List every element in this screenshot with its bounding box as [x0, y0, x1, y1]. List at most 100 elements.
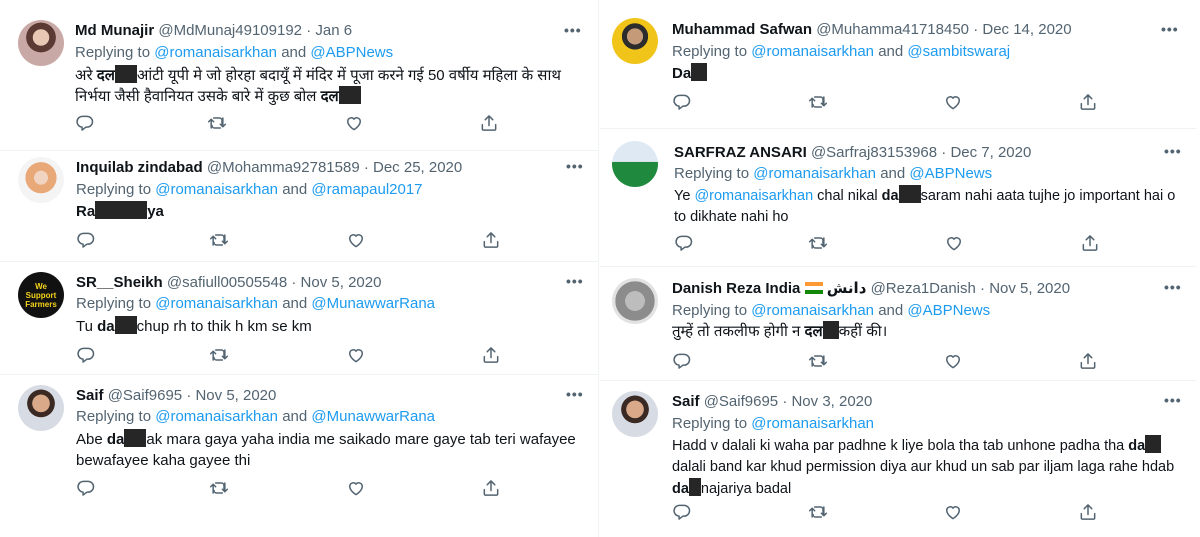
tweet-date[interactable]: · Nov 5, 2020: [186, 387, 276, 404]
tweet[interactable]: Saif @Saif9695 · Nov 3, 2020 ••• Replyin…: [600, 380, 1196, 537]
more-icon[interactable]: •••: [566, 273, 584, 289]
reply-icon[interactable]: [672, 502, 692, 522]
display-name[interactable]: Inquilab zindabad: [76, 159, 203, 176]
mention-link[interactable]: @MunawwarRana: [311, 295, 435, 312]
user-handle[interactable]: @MdMunaj49109192: [158, 22, 302, 39]
share-icon[interactable]: [1078, 502, 1098, 522]
mention-link[interactable]: @romanaisarkhan: [694, 188, 813, 204]
like-icon[interactable]: [944, 233, 964, 253]
display-name[interactable]: SARFRAZ ANSARI: [674, 144, 807, 161]
more-icon[interactable]: •••: [1164, 143, 1182, 159]
tweet[interactable]: SARFRAZ ANSARI @Sarfraj83153968 · Dec 7,…: [600, 128, 1196, 267]
share-icon[interactable]: [1078, 92, 1098, 112]
like-icon[interactable]: [943, 92, 963, 112]
avatar[interactable]: [18, 157, 64, 203]
tweet-date[interactable]: · Nov 5, 2020: [980, 280, 1070, 297]
mention-link[interactable]: @ABPNews: [909, 165, 992, 182]
tweet-text: Ye @romanaisarkhan chal nikal da saram na…: [674, 185, 1184, 228]
share-icon[interactable]: [1080, 233, 1100, 253]
mention-link[interactable]: @romanaisarkhan: [154, 44, 277, 61]
mention-link[interactable]: @ramapaul2017: [311, 181, 422, 198]
more-icon[interactable]: •••: [1164, 392, 1182, 408]
mention-link[interactable]: @romanaisarkhan: [751, 43, 874, 60]
retweet-icon[interactable]: [209, 345, 229, 365]
display-name[interactable]: Md Munajir: [75, 22, 154, 39]
mention-link[interactable]: @romanaisarkhan: [753, 165, 876, 182]
user-handle[interactable]: @Mohamma92781589: [207, 159, 360, 176]
retweet-icon[interactable]: [808, 351, 828, 371]
more-icon[interactable]: •••: [566, 386, 584, 402]
display-name[interactable]: Danish Reza India: [672, 280, 800, 297]
avatar[interactable]: [18, 385, 64, 431]
retweet-icon[interactable]: [209, 230, 229, 250]
tweet-actions: [672, 92, 1102, 112]
avatar[interactable]: [612, 141, 658, 187]
like-icon[interactable]: [943, 351, 963, 371]
more-icon[interactable]: •••: [1161, 21, 1179, 37]
avatar[interactable]: [612, 391, 658, 437]
user-handle[interactable]: @Saif9695: [704, 393, 778, 410]
mention-link[interactable]: @ABPNews: [907, 302, 990, 319]
reply-icon[interactable]: [672, 92, 692, 112]
user-handle[interactable]: @safiull00505548: [167, 274, 287, 291]
mention-link[interactable]: @romanaisarkhan: [155, 181, 278, 198]
reply-icon[interactable]: [76, 230, 96, 250]
tweet[interactable]: Inquilab zindabad @Mohamma92781589 · Dec…: [0, 150, 598, 262]
tweet[interactable]: Md Munajir @MdMunaj49109192 · Jan 6 ••• …: [0, 0, 598, 151]
display-name-suffix[interactable]: دانش: [827, 280, 867, 297]
redaction-block: [688, 478, 701, 496]
reply-icon[interactable]: [75, 113, 95, 133]
mention-link[interactable]: @romanaisarkhan: [751, 302, 874, 319]
like-icon[interactable]: [344, 113, 364, 133]
reply-icon[interactable]: [76, 478, 96, 498]
tweet[interactable]: We Support Farmers SR__Sheikh @safiull00…: [0, 261, 598, 375]
retweet-icon[interactable]: [808, 92, 828, 112]
share-icon[interactable]: [481, 478, 501, 498]
display-name[interactable]: Muhammad Safwan: [672, 21, 812, 38]
tweet-date[interactable]: · Dec 14, 2020: [973, 21, 1071, 38]
retweet-icon[interactable]: [209, 478, 229, 498]
mention-link[interactable]: @sambitswaraj: [907, 43, 1010, 60]
mention-link[interactable]: @romanaisarkhan: [155, 408, 278, 425]
tweet[interactable]: Saif @Saif9695 · Nov 5, 2020 ••• Replyin…: [0, 374, 598, 537]
more-icon[interactable]: •••: [1164, 279, 1182, 295]
retweet-icon[interactable]: [808, 502, 828, 522]
tweet-date[interactable]: · Jan 6: [306, 22, 352, 39]
retweet-icon[interactable]: [808, 233, 828, 253]
retweet-icon[interactable]: [207, 113, 227, 133]
like-icon[interactable]: [346, 230, 366, 250]
mention-link[interactable]: @ABPNews: [310, 44, 393, 61]
tweet[interactable]: Danish Reza India دانش @Reza1Danish · No…: [600, 266, 1196, 381]
mention-link[interactable]: @romanaisarkhan: [155, 295, 278, 312]
avatar[interactable]: We Support Farmers: [18, 272, 64, 318]
reply-icon[interactable]: [76, 345, 96, 365]
share-icon[interactable]: [1078, 351, 1098, 371]
user-handle[interactable]: @Muhamma41718450: [816, 21, 969, 38]
more-icon[interactable]: •••: [564, 22, 582, 38]
display-name[interactable]: Saif: [672, 393, 700, 410]
mention-link[interactable]: @romanaisarkhan: [751, 415, 874, 432]
tweet-date[interactable]: · Nov 5, 2020: [291, 274, 381, 291]
share-icon[interactable]: [479, 113, 499, 133]
display-name[interactable]: SR__Sheikh: [76, 274, 163, 291]
share-icon[interactable]: [481, 345, 501, 365]
reply-icon[interactable]: [674, 233, 694, 253]
avatar[interactable]: [612, 18, 658, 64]
tweet-date[interactable]: · Dec 7, 2020: [941, 144, 1031, 161]
avatar[interactable]: [612, 278, 658, 324]
tweet-date[interactable]: · Nov 3, 2020: [782, 393, 872, 410]
tweet-date[interactable]: · Dec 25, 2020: [364, 159, 462, 176]
tweet[interactable]: Muhammad Safwan @Muhamma41718450 · Dec 1…: [600, 0, 1196, 129]
display-name[interactable]: Saif: [76, 387, 104, 404]
like-icon[interactable]: [346, 478, 366, 498]
more-icon[interactable]: •••: [566, 158, 584, 174]
like-icon[interactable]: [943, 502, 963, 522]
like-icon[interactable]: [346, 345, 366, 365]
user-handle[interactable]: @Sarfraj83153968: [811, 144, 937, 161]
reply-icon[interactable]: [672, 351, 692, 371]
avatar[interactable]: [18, 20, 64, 66]
mention-link[interactable]: @MunawwarRana: [311, 408, 435, 425]
user-handle[interactable]: @Reza1Danish: [871, 280, 976, 297]
share-icon[interactable]: [481, 230, 501, 250]
user-handle[interactable]: @Saif9695: [108, 387, 182, 404]
